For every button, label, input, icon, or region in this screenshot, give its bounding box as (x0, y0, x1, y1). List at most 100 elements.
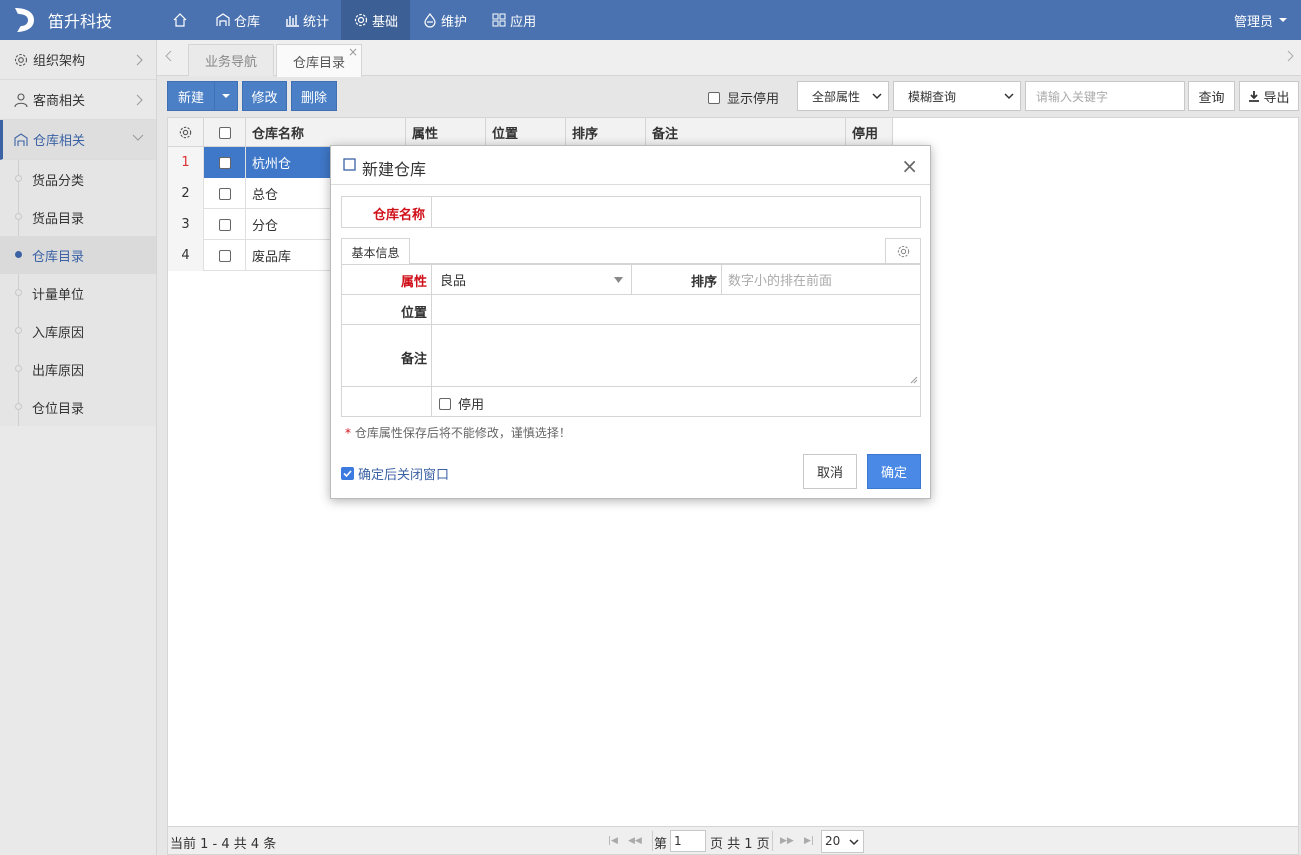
confirm-button-label: 确定 (880, 466, 907, 481)
page-size-select[interactable]: 20 (821, 830, 864, 853)
nav-statistics-label: 统计 (303, 14, 330, 30)
delete-button[interactable]: 删除 (291, 81, 337, 111)
row-checkbox[interactable] (218, 156, 231, 169)
page-number-input[interactable]: 1 (670, 830, 706, 852)
tab-warehouse-catalog[interactable]: 仓库目录 × (276, 44, 363, 77)
checkbox-checked-icon[interactable] (341, 467, 354, 480)
close-icon[interactable]: × (901, 154, 918, 178)
export-button[interactable]: 导出 (1239, 81, 1299, 111)
maintenance-icon (424, 13, 436, 28)
bullet-dot (15, 175, 22, 182)
column-header[interactable]: 位置 (486, 118, 566, 147)
sidebar-item-units[interactable]: 计量单位 (0, 274, 156, 312)
column-header[interactable]: 排序 (566, 118, 646, 147)
show-disabled-toggle[interactable]: 显示停用 (708, 88, 779, 107)
query-button-label: 查询 (1198, 90, 1225, 106)
column-header[interactable]: 仓库名称 (246, 118, 406, 147)
location-label: 位置 (400, 306, 427, 321)
pagination-summary: 当前 1 - 4 共 4 条 (170, 837, 277, 852)
first-page-icon[interactable]: |◀ (608, 836, 618, 846)
location-input[interactable] (432, 295, 920, 324)
select-all-checkbox[interactable] (218, 126, 231, 139)
sidebar-item-label: 入库原因 (32, 325, 85, 341)
column-header[interactable]: 属性 (406, 118, 486, 147)
tab-label: 业务导航 (205, 55, 258, 70)
sort-input[interactable]: 数字小的排在前面 (722, 265, 920, 294)
close-after-confirm-toggle[interactable]: 确定后关闭窗口 (341, 464, 449, 483)
sidebar-group-organization[interactable]: 组织架构 (0, 40, 156, 80)
column-header[interactable]: 停用 (846, 118, 893, 147)
warehouse-name-input[interactable] (431, 196, 921, 228)
new-button[interactable]: 新建 (167, 81, 215, 111)
sidebar-item-warehouse-catalog[interactable]: 仓库目录 (0, 236, 156, 274)
bullet-dot (15, 251, 22, 258)
nav-home[interactable] (160, 0, 203, 40)
chevron-right-icon[interactable] (1287, 50, 1295, 62)
sidebar-item-goods-catalog[interactable]: 货品目录 (0, 198, 156, 236)
show-disabled-checkbox[interactable] (708, 91, 720, 104)
prev-page-icon[interactable]: ◀◀ (628, 836, 642, 846)
sidebar-item-label: 货品目录 (32, 211, 85, 227)
sidebar-group-warehouse[interactable]: 仓库相关 (0, 120, 156, 160)
nav-warehouse[interactable]: 仓库 (203, 0, 272, 40)
bullet-dot (15, 327, 22, 334)
nav-warehouse-label: 仓库 (234, 14, 261, 30)
chevron-left-icon[interactable] (165, 50, 173, 62)
column-settings-button[interactable] (168, 118, 204, 147)
chevron-right-icon (136, 54, 143, 66)
remark-textarea[interactable] (432, 325, 920, 386)
user-menu[interactable]: 管理员 (1234, 0, 1287, 40)
nav-maintenance[interactable]: 维护 (410, 0, 479, 40)
row-select-cell (204, 240, 246, 271)
confirm-button[interactable]: 确定 (867, 454, 921, 489)
last-page-icon[interactable]: ▶| (804, 836, 814, 846)
tab-business-nav[interactable]: 业务导航 (188, 44, 275, 76)
sidebar-group-partners[interactable]: 客商相关 (0, 80, 156, 120)
new-button-label: 新建 (177, 90, 204, 106)
dialog-title: 新建仓库 (362, 160, 427, 179)
close-icon[interactable]: × (348, 45, 358, 59)
form-settings-button[interactable] (885, 238, 921, 264)
resize-handle-icon[interactable] (910, 376, 918, 384)
form-tab-strip (341, 238, 921, 264)
chevron-down-icon (132, 134, 144, 141)
warehouse-name-label: 仓库名称 (372, 208, 425, 223)
tab-basic-info[interactable]: 基本信息 (341, 238, 410, 265)
nav-basic[interactable]: 基础 (341, 0, 411, 40)
new-dropdown-button[interactable] (214, 81, 238, 111)
attribute-warning: * 仓库属性保存后将不能修改，谨慎选择！ (345, 424, 571, 441)
search-placeholder: 请输入关键字 (1036, 89, 1109, 104)
disabled-toggle[interactable]: 停用 (439, 394, 484, 413)
sidebar-item-inbound-reason[interactable]: 入库原因 (0, 312, 156, 350)
attribute-filter-select[interactable]: 全部属性 (797, 81, 889, 111)
next-page-icon[interactable]: ▶▶ (780, 836, 794, 846)
row-checkbox[interactable] (218, 187, 231, 200)
new-warehouse-dialog: 新建仓库 × 仓库名称 基本信息 属性 良品 排序 数字小的排在前面 位置 备注… (330, 145, 931, 499)
cancel-button[interactable]: 取消 (803, 454, 857, 489)
user-name: 管理员 (1233, 14, 1273, 30)
sidebar: 组织架构 客商相关 仓库相关 货品分类 货品目录 仓库目录 计量单位 入库原因 … (0, 40, 157, 855)
query-mode-select[interactable]: 模糊查询 (893, 81, 1021, 111)
home-icon (173, 13, 187, 27)
bullet-dot (15, 289, 22, 296)
column-header[interactable]: 备注 (646, 118, 846, 147)
export-button-label: 导出 (1263, 90, 1290, 106)
sidebar-item-label: 货品分类 (32, 173, 85, 189)
nav-statistics[interactable]: 统计 (272, 0, 341, 40)
sidebar-item-outbound-reason[interactable]: 出库原因 (0, 350, 156, 388)
sidebar-group-label: 客商相关 (33, 94, 86, 109)
edit-button[interactable]: 修改 (242, 81, 287, 111)
sidebar-item-goods-category[interactable]: 货品分类 (0, 160, 156, 198)
delete-button-label: 删除 (300, 90, 327, 106)
disabled-checkbox[interactable] (439, 397, 451, 410)
query-button[interactable]: 查询 (1188, 81, 1235, 111)
edit-button-label: 修改 (251, 90, 278, 106)
nav-apps[interactable]: 应用 (479, 0, 548, 40)
row-checkbox[interactable] (218, 249, 231, 262)
sidebar-item-bin-catalog[interactable]: 仓位目录 (0, 388, 156, 426)
tab-label: 仓库目录 (293, 55, 346, 71)
brand-logo[interactable]: 笛升科技 (12, 6, 112, 34)
row-checkbox[interactable] (218, 218, 231, 231)
attribute-select[interactable]: 良品 (432, 265, 631, 294)
search-input[interactable]: 请输入关键字 (1025, 81, 1185, 111)
